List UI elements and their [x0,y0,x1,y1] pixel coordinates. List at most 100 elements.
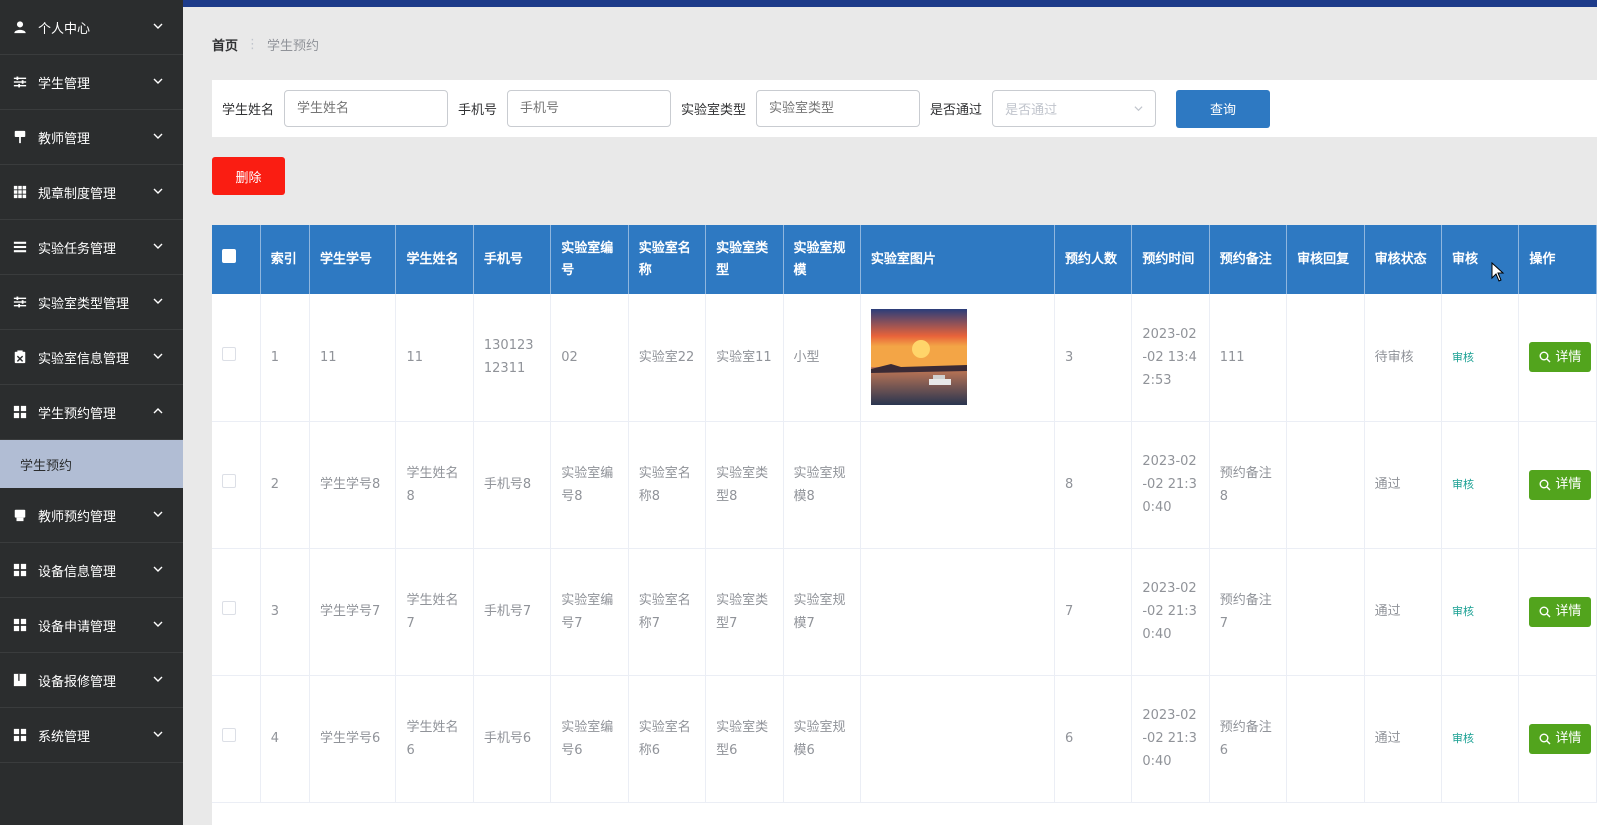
chevron-down-icon [153,566,163,572]
apps-icon [12,404,28,420]
sidebar-item-5[interactable]: 实验室类型管理 [0,275,183,330]
action-cell: 详情 [1518,548,1597,676]
sliders-icon [12,294,28,310]
cell-status: 通过 [1364,421,1442,549]
cell-student-name: 学生姓名8 [395,421,474,549]
column-header: 审核状态 [1364,225,1442,294]
sidebar-item-3[interactable]: 规章制度管理 [0,165,183,220]
breadcrumb-current: 学生预约 [267,39,320,54]
chevron-down-icon [153,731,163,737]
approved-label: 是否通过 [930,103,983,118]
sidebar-item-11[interactable]: 设备报修管理 [0,653,183,708]
sliders-icon [12,74,28,90]
lab-image[interactable] [870,309,967,406]
apps-icon [12,617,28,633]
row-select-cell [212,675,261,803]
lab-image-cell [860,548,1055,676]
phone-input[interactable] [507,90,672,127]
row-select-cell [212,421,261,549]
sidebar-item-9[interactable]: 设备信息管理 [0,543,183,598]
audit-cell: 审核 [1441,421,1520,549]
detail-button[interactable]: 详情 [1529,469,1592,500]
cell-reply [1286,548,1365,676]
sidebar-item-7[interactable]: 学生预约管理 [0,385,183,440]
row-checkbox[interactable] [222,474,236,488]
lab-type-label: 实验室类型 [681,103,747,118]
chevron-down-icon [153,188,163,194]
sidebar-item-2[interactable]: 教师管理 [0,110,183,165]
sidebar: 个人中心 学生管理 教师管理 规章制度管理 实验任务管理 实验室类型管理 实验室信息管理 学生… [0,0,183,825]
column-header: 预约备注 [1209,225,1288,294]
header-select-all[interactable] [212,225,261,294]
row-checkbox[interactable] [222,601,236,615]
search-panel: 学生姓名 手机号 实验室类型 是否通过 是否通过 查询 [212,80,1597,137]
cell-count: 3 [1054,294,1133,422]
sidebar-item-12[interactable]: 系统管理 [0,708,183,763]
sidebar-item-0[interactable]: 个人中心 [0,0,183,55]
cell-lab-name: 实验室22 [628,294,707,422]
cell-lab-no: 02 [550,294,629,422]
column-header: 学生学号 [309,225,397,294]
audit-link[interactable]: 审核 [1452,351,1474,364]
cell-time: 2023-02-02 21:30:40 [1131,675,1210,803]
chevron-down-icon [1134,106,1143,112]
list-icon [12,239,28,255]
cell-lab-no: 实验室编号7 [550,548,629,676]
sidebar-item-4[interactable]: 实验任务管理 [0,220,183,275]
audit-link[interactable]: 审核 [1452,478,1474,491]
cell-status: 通过 [1364,548,1442,676]
cell-phone: 手机号6 [473,675,552,803]
cell-lab-scale: 小型 [783,294,861,422]
action-cell: 详情 [1518,675,1597,803]
audit-link[interactable]: 审核 [1452,605,1474,618]
cell-lab-scale: 实验室规模7 [783,548,861,676]
breadcrumb-home[interactable]: 首页 [212,35,238,54]
chevron-down-icon [153,511,163,517]
detail-button[interactable]: 详情 [1529,596,1592,627]
chevron-down-icon [153,133,163,139]
select-all-checkbox[interactable] [222,248,236,263]
detail-label: 详情 [1555,477,1582,492]
detail-label: 详情 [1555,731,1582,746]
cell-phone: 手机号8 [473,421,552,549]
user-icon [12,19,28,35]
column-header: 手机号 [473,225,552,294]
sidebar-item-8[interactable]: 教师预约管理 [0,488,183,543]
lab-image-cell [860,675,1055,803]
chevron-down-icon [153,353,163,359]
table-row: 3 学生学号7 学生姓名7 手机号7 实验室编号7 实验室名称7 实验室类型7 实验室规模7 7… [212,548,1597,676]
cell-index: 1 [260,294,311,422]
row-select-cell [212,548,261,676]
apps-icon [12,562,28,578]
lab-type-input[interactable] [756,90,921,127]
cell-time: 2023-02-02 13:42:53 [1131,294,1210,422]
detail-button[interactable]: 详情 [1529,723,1592,754]
cell-index: 2 [260,421,311,549]
cell-lab-type: 实验室11 [705,294,784,422]
row-checkbox[interactable] [222,728,236,742]
submenu-item-active[interactable]: 学生预约 [0,440,183,488]
row-checkbox[interactable] [222,346,236,361]
lab-image-cell [860,421,1055,549]
query-button[interactable]: 查询 [1176,89,1271,128]
cell-lab-name: 实验室名称6 [628,675,707,803]
audit-link[interactable]: 审核 [1452,732,1474,745]
column-header: 审核回复 [1286,225,1365,294]
phone-label: 手机号 [458,103,498,118]
student-name-input[interactable] [284,90,449,127]
cell-lab-type: 实验室类型8 [705,421,784,549]
sidebar-item-10[interactable]: 设备申请管理 [0,598,183,653]
sidebar-item-6[interactable]: 实验室信息管理 [0,330,183,385]
approved-select[interactable]: 是否通过 [992,90,1157,127]
cell-count: 8 [1054,421,1133,549]
delete-button[interactable]: 删除 [212,157,285,195]
chevron-down-icon [153,621,163,627]
booking-table: 索引 学生学号 学生姓名 手机号 实验室编号 实验室名称 实验室类型 实验室规模 实验室图片 预约… [212,225,1597,825]
column-header: 审核 [1441,225,1520,294]
cell-remark: 预约备注8 [1209,421,1288,549]
paint-roller-icon [12,129,28,145]
sidebar-item-1[interactable]: 学生管理 [0,55,183,110]
sidebar-menu: 个人中心 学生管理 教师管理 规章制度管理 实验任务管理 实验室类型管理 实验室信息管理 学生… [0,0,183,763]
column-header: 实验室编号 [550,225,629,294]
detail-button[interactable]: 详情 [1529,342,1592,373]
